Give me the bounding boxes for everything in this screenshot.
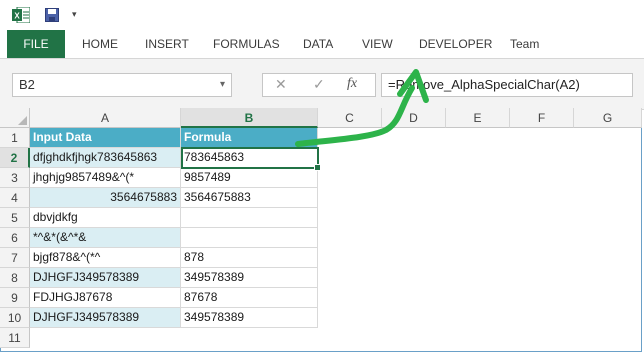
cell-a9[interactable]: FDJHGJ87678 (30, 288, 181, 308)
cell-a1[interactable]: Input Data (30, 128, 181, 148)
tab-file[interactable]: FILE (7, 30, 65, 58)
column-header-g[interactable]: G (574, 108, 642, 128)
row-header-11[interactable]: 11 (0, 328, 30, 348)
cell-b8[interactable]: 349578389 (181, 268, 318, 288)
row-header-3[interactable]: 3 (0, 168, 30, 188)
tab-home[interactable]: HOME (82, 30, 118, 58)
chevron-down-icon[interactable]: ▾ (220, 74, 225, 96)
cell-b7[interactable]: 878 (181, 248, 318, 268)
cell-b4[interactable]: 3564675883 (181, 188, 318, 208)
row-header-10[interactable]: 10 (0, 308, 30, 328)
row-header-1[interactable]: 1 (0, 128, 30, 148)
tab-formulas[interactable]: FORMULAS (213, 30, 280, 58)
cell-b10[interactable]: 349578389 (181, 308, 318, 328)
row-header-6[interactable]: 6 (0, 228, 30, 248)
row-header-9[interactable]: 9 (0, 288, 30, 308)
cell-a2[interactable]: dfjghdkfjhgk783645863 (30, 148, 181, 168)
column-header-f[interactable]: F (510, 108, 574, 128)
tab-team[interactable]: Team (510, 30, 539, 58)
row-header-4[interactable]: 4 (0, 188, 30, 208)
name-box-value: B2 (19, 77, 35, 92)
tab-view[interactable]: VIEW (362, 30, 393, 58)
column-header-e[interactable]: E (446, 108, 510, 128)
tab-insert[interactable]: INSERT (145, 30, 189, 58)
save-icon[interactable] (45, 8, 59, 22)
cancel-icon[interactable]: ✕ (275, 76, 287, 93)
cell-a5[interactable]: dbvjdkfg (30, 208, 181, 228)
customize-toolbar-icon[interactable]: ▾ (72, 9, 77, 20)
cell-a7[interactable]: bjgf878&^(*^ (30, 248, 181, 268)
row-header-7[interactable]: 7 (0, 248, 30, 268)
row-header-5[interactable]: 5 (0, 208, 30, 228)
cell-b3[interactable]: 9857489 (181, 168, 318, 188)
row-header-2[interactable]: 2 (0, 148, 30, 168)
cell-b9[interactable]: 87678 (181, 288, 318, 308)
excel-logo-icon: X (12, 7, 30, 23)
cell-a8[interactable]: DJHGFJ349578389 (30, 268, 181, 288)
quick-access-toolbar: X ▾ (0, 0, 644, 30)
cell-a10[interactable]: DJHGFJ349578389 (30, 308, 181, 328)
tab-data[interactable]: DATA (303, 30, 333, 58)
select-all-corner[interactable] (0, 108, 30, 128)
cell-a6[interactable]: *^&*(&^*& (30, 228, 181, 248)
name-box[interactable]: B2 ▾ (12, 73, 232, 97)
cell-a4[interactable]: 3564675883 (30, 188, 181, 208)
row-header-8[interactable]: 8 (0, 268, 30, 288)
annotation-arrow-icon (295, 69, 429, 147)
column-header-a[interactable]: A (30, 108, 181, 128)
cell-a3[interactable]: jhghjg9857489&^(* (30, 168, 181, 188)
cell-b5[interactable] (181, 208, 318, 228)
tab-developer[interactable]: DEVELOPER (419, 30, 492, 58)
svg-text:X: X (14, 12, 20, 21)
ribbon-tabs: FILE HOME INSERT FORMULAS DATA VIEW DEVE… (0, 30, 644, 58)
cell-b6[interactable] (181, 228, 318, 248)
selected-cell-border (181, 147, 321, 171)
